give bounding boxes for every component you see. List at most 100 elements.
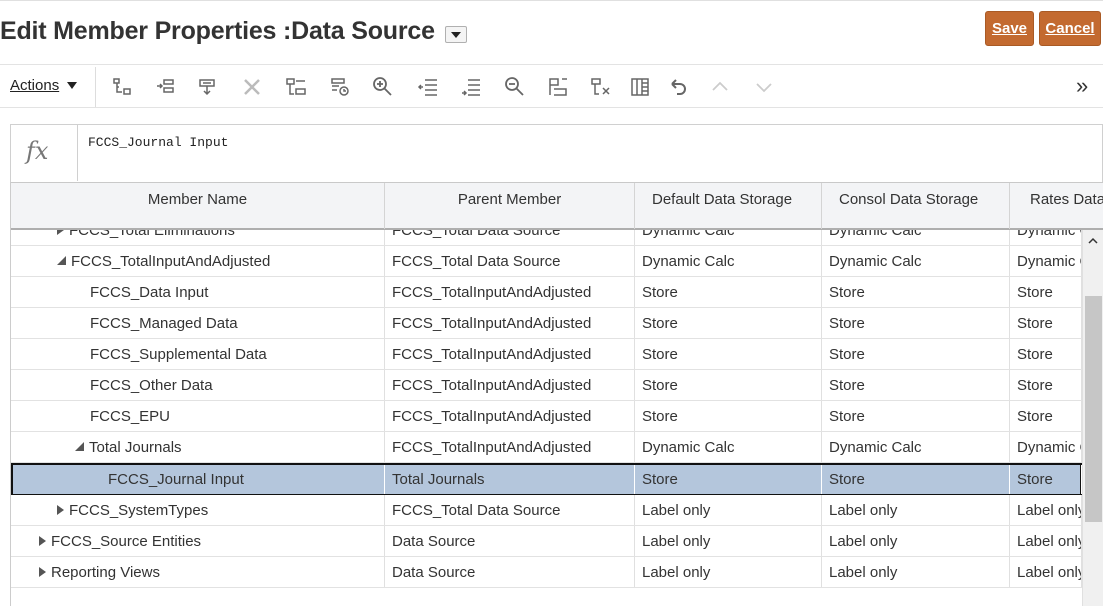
tree-expanded-icon[interactable] <box>57 255 66 265</box>
column-header-rates-data[interactable]: Rates Data <box>1010 183 1103 229</box>
parent-member-cell[interactable]: FCCS_TotalInputAndAdjusted <box>385 308 635 338</box>
rates-data-cell[interactable]: Dynamic Calc <box>1010 230 1082 245</box>
default-data-storage-cell[interactable]: Dynamic Calc <box>635 246 822 276</box>
zoom-in-icon[interactable] <box>372 76 394 98</box>
rates-data-cell[interactable]: Label only <box>1010 526 1082 556</box>
consol-data-storage-cell[interactable]: Store <box>822 465 1010 494</box>
parent-member-cell[interactable]: FCCS_TotalInputAndAdjusted <box>385 432 635 462</box>
default-data-storage-cell[interactable]: Dynamic Calc <box>635 432 822 462</box>
refresh-member-icon[interactable] <box>329 76 351 98</box>
table-row[interactable]: Reporting Views Data Source Label only Labe… <box>11 557 1082 588</box>
column-header-member-name[interactable]: Member Name <box>11 183 385 229</box>
vertical-scrollbar[interactable] <box>1082 230 1103 606</box>
member-name-cell[interactable]: FCCS_SystemTypes <box>11 495 385 525</box>
move-down-icon[interactable] <box>753 76 775 98</box>
consol-data-storage-cell[interactable]: Store <box>822 370 1010 400</box>
consol-data-storage-cell[interactable]: Label only <box>822 526 1010 556</box>
tree-expanded-icon[interactable] <box>75 441 84 451</box>
add-child-icon[interactable] <box>111 76 133 98</box>
go-to-icon[interactable] <box>547 76 569 98</box>
undo-icon[interactable] <box>666 76 688 98</box>
parent-member-cell[interactable]: FCCS_Total Data Source <box>385 246 635 276</box>
toolbar-overflow-icon[interactable]: » <box>1076 75 1088 97</box>
parent-member-cell[interactable]: FCCS_Total Data Source <box>385 230 635 245</box>
rates-data-cell[interactable]: Store <box>1010 277 1082 307</box>
tree-collapsed-icon[interactable] <box>39 567 46 577</box>
table-row[interactable]: FCCS_Managed Data FCCS_TotalInputAndAdjus… <box>11 308 1082 339</box>
delete-icon[interactable] <box>241 76 263 98</box>
parent-member-cell[interactable]: FCCS_TotalInputAndAdjusted <box>385 401 635 431</box>
remove-icon[interactable] <box>590 76 612 98</box>
cancel-button[interactable]: Cancel <box>1039 11 1101 46</box>
default-data-storage-cell[interactable]: Store <box>635 308 822 338</box>
table-row[interactable]: FCCS_Source Entities Data Source Label onl… <box>11 526 1082 557</box>
parent-member-cell[interactable]: FCCS_TotalInputAndAdjusted <box>385 339 635 369</box>
formula-button[interactable]: fx <box>11 125 78 181</box>
parent-member-cell[interactable]: FCCS_TotalInputAndAdjusted <box>385 370 635 400</box>
default-data-storage-cell[interactable]: Dynamic Calc <box>635 230 822 245</box>
rates-data-cell[interactable]: Dynamic Calc <box>1010 432 1082 462</box>
consol-data-storage-cell[interactable]: Dynamic Calc <box>822 246 1010 276</box>
table-row[interactable]: FCCS_Other Data FCCS_TotalInputAndAdjuste… <box>11 370 1082 401</box>
column-header-consol-data-storage[interactable]: Consol Data Storage <box>822 183 1010 229</box>
member-name-cell[interactable]: FCCS_Data Input <box>11 277 385 307</box>
member-name-cell[interactable]: FCCS_Source Entities <box>11 526 385 556</box>
member-name-cell[interactable]: FCCS_EPU <box>11 401 385 431</box>
default-data-storage-cell[interactable]: Label only <box>635 557 822 587</box>
parent-member-cell[interactable]: FCCS_TotalInputAndAdjusted <box>385 277 635 307</box>
column-header-parent-member[interactable]: Parent Member <box>385 183 635 229</box>
scrollbar-thumb[interactable] <box>1085 296 1102 522</box>
consol-data-storage-cell[interactable]: Store <box>822 401 1010 431</box>
save-button[interactable]: Save <box>985 11 1034 46</box>
default-data-storage-cell[interactable]: Store <box>635 401 822 431</box>
move-member-icon[interactable] <box>285 76 307 98</box>
rates-data-cell[interactable]: Store <box>1010 308 1082 338</box>
default-data-storage-cell[interactable]: Store <box>635 370 822 400</box>
member-name-cell[interactable]: FCCS_Managed Data <box>11 308 385 338</box>
consol-data-storage-cell[interactable]: Label only <box>822 557 1010 587</box>
parent-member-cell[interactable]: Total Journals <box>385 465 635 494</box>
zoom-out-icon[interactable] <box>504 76 526 98</box>
rates-data-cell[interactable]: Store <box>1010 401 1082 431</box>
scroll-up-icon[interactable] <box>1088 236 1098 246</box>
consol-data-storage-cell[interactable]: Dynamic Calc <box>822 230 1010 245</box>
rates-data-cell[interactable]: Label only <box>1010 557 1082 587</box>
consol-data-storage-cell[interactable]: Store <box>822 308 1010 338</box>
member-name-cell[interactable]: FCCS_Journal Input <box>11 465 385 494</box>
rates-data-cell[interactable]: Store <box>1010 339 1082 369</box>
table-row[interactable]: FCCS_Data Input FCCS_TotalInputAndAdjuste… <box>11 277 1082 308</box>
member-name-cell[interactable]: FCCS_Other Data <box>11 370 385 400</box>
consol-data-storage-cell[interactable]: Label only <box>822 495 1010 525</box>
default-data-storage-cell[interactable]: Label only <box>635 526 822 556</box>
parent-member-cell[interactable]: FCCS_Total Data Source <box>385 495 635 525</box>
default-data-storage-cell[interactable]: Label only <box>635 495 822 525</box>
default-data-storage-cell[interactable]: Store <box>635 465 822 494</box>
member-name-cell[interactable]: Total Journals <box>11 432 385 462</box>
table-row[interactable]: FCCS_Total Eliminations FCCS_Total Data S… <box>11 230 1082 246</box>
rates-data-cell[interactable]: Dynamic Calc <box>1010 246 1082 276</box>
default-data-storage-cell[interactable]: Store <box>635 339 822 369</box>
member-name-cell[interactable]: Reporting Views <box>11 557 385 587</box>
member-name-cell[interactable]: FCCS_TotalInputAndAdjusted <box>11 246 385 276</box>
consol-data-storage-cell[interactable]: Dynamic Calc <box>822 432 1010 462</box>
table-row[interactable]: FCCS_EPU FCCS_TotalInputAndAdjusted Store S… <box>11 401 1082 432</box>
member-name-cell[interactable]: FCCS_Supplemental Data <box>11 339 385 369</box>
actions-menu[interactable]: Actions <box>10 77 78 94</box>
table-row-selected[interactable]: FCCS_Journal Input Total Journals Store Sto… <box>11 463 1082 496</box>
collapse-icon[interactable] <box>417 76 439 98</box>
rates-data-cell[interactable]: Store <box>1010 370 1082 400</box>
tree-collapsed-icon[interactable] <box>39 536 46 546</box>
add-sibling-icon[interactable] <box>155 76 177 98</box>
column-header-default-data-storage[interactable]: Default Data Storage <box>635 183 822 229</box>
consol-data-storage-cell[interactable]: Store <box>822 277 1010 307</box>
edit-member-icon[interactable] <box>197 76 219 98</box>
member-name-cell[interactable]: FCCS_Total Eliminations <box>11 230 385 245</box>
formula-input[interactable]: FCCS_Journal Input <box>88 135 228 150</box>
column-layout-icon[interactable] <box>629 76 651 98</box>
table-row[interactable]: Total Journals FCCS_TotalInputAndAdjusted… <box>11 432 1082 463</box>
parent-member-cell[interactable]: Data Source <box>385 526 635 556</box>
table-row[interactable]: FCCS_Supplemental Data FCCS_TotalInputAnd… <box>11 339 1082 370</box>
table-row[interactable]: FCCS_TotalInputAndAdjusted FCCS_Total Dat… <box>11 246 1082 277</box>
title-dropdown-button[interactable] <box>445 26 467 43</box>
consol-data-storage-cell[interactable]: Store <box>822 339 1010 369</box>
